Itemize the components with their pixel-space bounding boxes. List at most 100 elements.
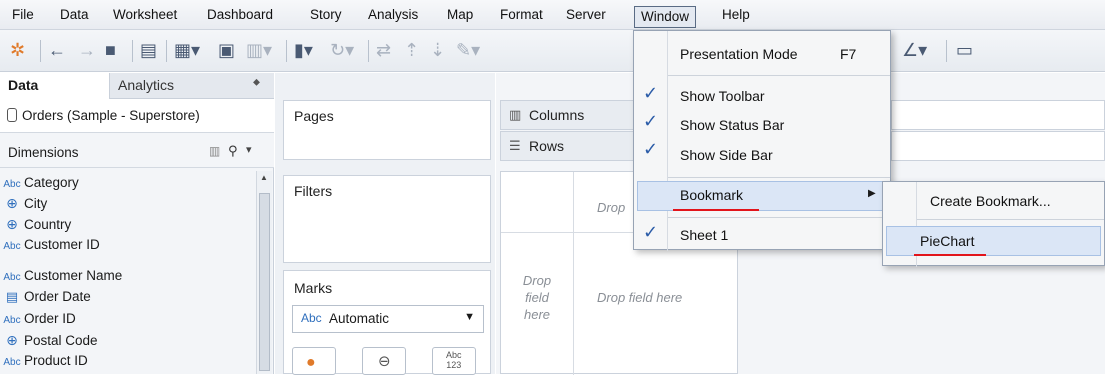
menu-format[interactable]: Format	[500, 7, 543, 22]
sort-desc-icon[interactable]: ⇣	[430, 39, 445, 61]
label-button[interactable]: Abc 123	[432, 347, 476, 375]
tab-analytics-label: Analytics	[118, 77, 175, 93]
field-item[interactable]: Abc Category	[0, 175, 78, 196]
tab-analytics[interactable]: Analytics ⬥	[110, 73, 274, 99]
duplicate-sheet-icon[interactable]: ▣	[218, 39, 235, 61]
rows-shelf[interactable]	[891, 131, 1105, 161]
dimensions-header: Dimensions ▥ ⚲ ▾	[0, 133, 274, 168]
globe-icon: ⊕	[6, 216, 18, 232]
columns-shelf-label: ▥ Columns	[500, 100, 640, 130]
field-name: Customer Name	[24, 268, 123, 283]
menu-separator	[668, 75, 890, 76]
refresh-icon[interactable]: ↻▾	[330, 39, 354, 61]
field-item[interactable]: Abc Product ID	[0, 353, 88, 374]
sort-asc-icon[interactable]: ⇡	[404, 39, 419, 61]
field-item[interactable]: Abc Order ID	[0, 311, 76, 332]
chevron-down-icon: ▼	[464, 311, 475, 323]
clear-sheet-icon[interactable]: ▥▾	[246, 39, 272, 61]
save-icon[interactable]: ■	[105, 39, 116, 61]
menu-dashboard[interactable]: Dashboard	[207, 7, 273, 22]
menu-separator	[917, 219, 1104, 220]
check-icon: ✓	[643, 83, 659, 103]
search-icon[interactable]: ⚲	[228, 143, 238, 159]
filters-card[interactable]: Filters	[283, 175, 491, 263]
pane-menu-icon[interactable]: ⬥	[253, 77, 260, 88]
tab-data[interactable]: Data	[0, 73, 110, 99]
menu-map[interactable]: Map	[447, 7, 473, 22]
swap-icon[interactable]: ⇄	[376, 39, 391, 61]
show-status-bar-item[interactable]: Show Status Bar	[680, 117, 784, 133]
datasource-name: Orders (Sample - Superstore)	[22, 108, 200, 123]
presentation-mode-item[interactable]: Presentation Mode	[680, 46, 798, 62]
menu-help[interactable]: Help	[722, 7, 750, 22]
menu-story[interactable]: Story	[310, 7, 342, 22]
pages-title: Pages	[294, 108, 334, 124]
datasource-row[interactable]: Orders (Sample - Superstore)	[0, 99, 274, 133]
drop-columns-hint: Drop	[597, 200, 626, 215]
globe-icon: ⊕	[6, 195, 18, 211]
pen-icon[interactable]: ∠▾	[902, 39, 927, 61]
menu-bar: File Data Worksheet Dashboard Story Anal…	[0, 0, 1105, 30]
menu-file[interactable]: File	[12, 7, 34, 22]
columns-label: Columns	[529, 107, 585, 123]
chevron-down-icon[interactable]: ▾	[246, 143, 252, 156]
field-name: Product ID	[24, 353, 88, 368]
annotation-underline	[914, 254, 986, 256]
scrollbar[interactable]: ▲	[256, 171, 272, 374]
new-sheet-icon[interactable]: ▦▾	[174, 39, 200, 61]
show-side-bar-item[interactable]: Show Side Bar	[680, 147, 773, 163]
menu-separator	[668, 177, 890, 178]
field-item[interactable]: Abc Customer ID	[0, 237, 99, 258]
view-grid-icon[interactable]: ▥	[209, 144, 220, 158]
abc-icon: Abc	[3, 241, 21, 252]
add-datasource-icon[interactable]: ▤	[140, 39, 157, 61]
size-button[interactable]: ⊖	[362, 347, 406, 375]
abc-icon: Abc	[3, 357, 21, 368]
shelves-column: Pages Filters Marks Abc Automatic ▼ ● ⊖ …	[275, 73, 495, 375]
field-item[interactable]: ⊕ City	[0, 195, 47, 216]
back-icon[interactable]: ←	[48, 39, 66, 61]
menu-data[interactable]: Data	[60, 7, 89, 22]
abc-icon: Abc	[3, 272, 21, 283]
create-bookmark-item[interactable]: Create Bookmark...	[930, 193, 1051, 209]
menu-worksheet[interactable]: Worksheet	[113, 7, 177, 22]
highlight-icon[interactable]: ✎▾	[456, 39, 480, 61]
scrollbar-thumb[interactable]	[259, 193, 270, 371]
marks-card: Marks Abc Automatic ▼ ● ⊖ Abc 123	[283, 270, 491, 375]
menu-analysis[interactable]: Analysis	[368, 7, 418, 22]
bookmark-item[interactable]: Bookmark ▶	[637, 181, 889, 211]
field-item[interactable]: Abc Customer Name	[0, 268, 122, 289]
toolbar-separator	[368, 40, 369, 62]
bookmark-submenu: Create Bookmark... PieChart	[882, 181, 1105, 267]
show-toolbar-item[interactable]: Show Toolbar	[680, 88, 765, 104]
field-name: Order Date	[24, 289, 91, 304]
dimensions-label: Dimensions	[8, 145, 79, 160]
marks-title: Marks	[294, 280, 333, 296]
mark-type-select[interactable]: Abc Automatic ▼	[292, 305, 484, 333]
abc-icon: Abc	[3, 315, 21, 326]
field-name: Order ID	[24, 311, 76, 326]
field-item[interactable]: ⊕ Postal Code	[0, 332, 97, 353]
present-icon[interactable]: ▭	[956, 39, 973, 61]
menu-server[interactable]: Server	[566, 7, 606, 22]
columns-icon: ▥	[509, 107, 522, 122]
globe-icon: ⊕	[6, 332, 18, 348]
tableau-logo-icon[interactable]: ✲	[10, 39, 25, 61]
menu-window[interactable]: Window	[634, 6, 697, 28]
field-item[interactable]: ▤ Order Date	[0, 289, 91, 310]
color-button[interactable]: ●	[292, 347, 336, 375]
size-icon: ⊖	[378, 353, 391, 370]
toolbar-separator	[132, 40, 133, 62]
forward-icon[interactable]: →	[78, 39, 96, 61]
piechart-bookmark-item[interactable]: PieChart	[886, 226, 1101, 256]
pages-card[interactable]: Pages	[283, 100, 491, 160]
data-pane: Data Analytics ⬥ Orders (Sample - Supers…	[0, 73, 274, 374]
pause-icon[interactable]: ▮▾	[294, 39, 313, 61]
field-name: City	[24, 196, 48, 211]
submenu-arrow-icon: ▶	[868, 188, 876, 199]
scroll-up-icon[interactable]: ▲	[260, 173, 268, 182]
field-item[interactable]: ⊕ Country	[0, 216, 71, 237]
toolbar-separator	[946, 40, 947, 62]
sheet-1-item[interactable]: Sheet 1	[680, 227, 728, 243]
columns-shelf[interactable]	[891, 100, 1105, 130]
